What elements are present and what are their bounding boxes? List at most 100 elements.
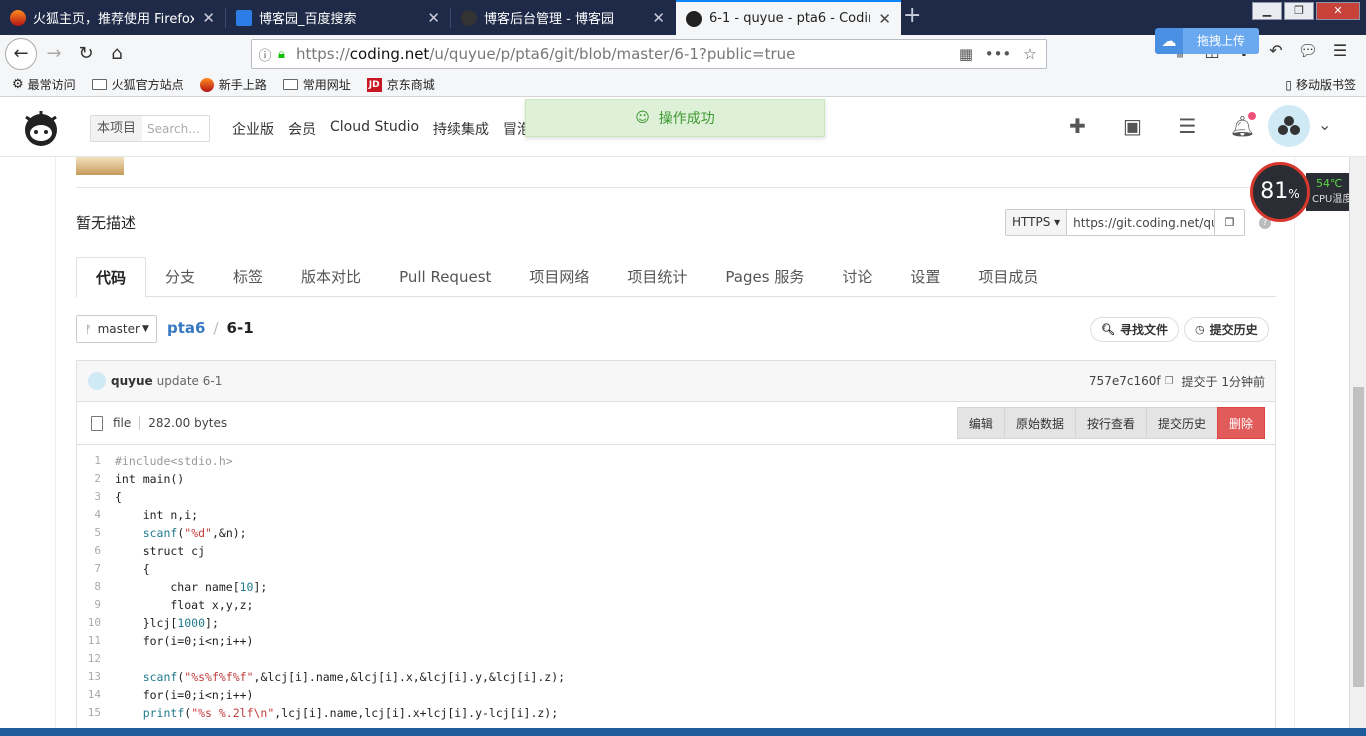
edit-button[interactable]: 编辑 — [956, 407, 1005, 439]
bookmark-getting-started[interactable]: 新手上路 — [199, 76, 267, 93]
delete-button[interactable]: 删除 — [1216, 407, 1265, 439]
scrollbar-thumb[interactable] — [1353, 387, 1364, 687]
drag-upload-widget[interactable]: ☁ 拖拽上传 — [1155, 28, 1259, 54]
copy-icon[interactable]: ❐ — [1214, 210, 1244, 235]
line-number[interactable]: 4 — [77, 506, 109, 524]
commit-message[interactable]: update 6-1 — [157, 374, 223, 388]
line-number[interactable]: 6 — [77, 542, 109, 560]
terminal-icon[interactable]: ▣ — [1105, 114, 1160, 138]
search-box[interactable]: 本项目 Search... — [90, 115, 210, 142]
code-line: 1 #include<stdio.h> — [77, 452, 1275, 470]
browser-tab-baidu[interactable]: 博客园_百度搜索 ✕ — [226, 0, 450, 35]
line-number[interactable]: 7 — [77, 560, 109, 578]
notification-dot — [1248, 112, 1256, 120]
line-number[interactable]: 15 — [77, 704, 109, 722]
menu-member[interactable]: 会员 — [288, 119, 316, 139]
tab-pull-request[interactable]: Pull Request — [380, 257, 510, 297]
code-viewer[interactable]: 1 #include<stdio.h> 2 int main() 3{4 int n,i… — [76, 445, 1276, 736]
line-number[interactable]: 8 — [77, 578, 109, 596]
line-number[interactable]: 1 — [77, 452, 109, 470]
search-scope-label[interactable]: 本项目 — [91, 116, 143, 141]
line-number[interactable]: 9 — [77, 596, 109, 614]
tab-code[interactable]: 代码 — [76, 257, 147, 298]
menu-ci[interactable]: 持续集成 — [433, 119, 489, 139]
close-icon[interactable]: ✕ — [878, 10, 891, 28]
url-bar[interactable]: ⓘ 🔒︎ https://coding.net/u/quyue/p/pta6/g… — [251, 39, 1047, 69]
line-number[interactable]: 13 — [77, 668, 109, 686]
branch-select[interactable]: ᚠ master ▼ — [76, 315, 157, 343]
close-icon[interactable]: ✕ — [427, 9, 440, 27]
undo-icon[interactable]: ↶ — [1260, 41, 1292, 61]
user-avatar[interactable] — [1268, 105, 1310, 147]
search-input[interactable]: Search... — [142, 122, 200, 136]
bell-icon[interactable]: 🔔︎ — [1215, 112, 1270, 138]
coding-logo[interactable] — [18, 107, 64, 147]
tab-branches[interactable]: 分支 — [146, 257, 214, 297]
commit-user[interactable]: quyue — [111, 374, 153, 388]
commit-history-button[interactable]: ◷ 提交历史 — [1184, 317, 1269, 342]
raw-button[interactable]: 原始数据 — [1003, 407, 1076, 439]
clone-protocol-select[interactable]: HTTPS ▾ — [1006, 210, 1068, 235]
browser-tab-coding[interactable]: 6-1 - quyue - pta6 - Coding.net ✕ — [676, 0, 901, 35]
window-close-icon[interactable]: ✕ — [1316, 2, 1360, 20]
menu-enterprise[interactable]: 企业版 — [232, 119, 274, 139]
tab-settings[interactable]: 设置 — [891, 257, 959, 297]
commit-avatar[interactable] — [88, 372, 106, 390]
tab-discussion[interactable]: 讨论 — [823, 257, 891, 297]
server-icon[interactable]: ☰ — [1160, 114, 1215, 138]
qr-code-icon[interactable]: ▦ — [950, 45, 982, 63]
line-number[interactable]: 12 — [77, 650, 109, 668]
tab-pages[interactable]: Pages 服务 — [706, 257, 823, 297]
line-number[interactable]: 14 — [77, 686, 109, 704]
line-number[interactable]: 2 — [77, 470, 109, 488]
upload-label: 拖拽上传 — [1183, 28, 1259, 54]
star-icon[interactable]: ☆ — [1014, 45, 1046, 63]
tab-members[interactable]: 项目成员 — [959, 257, 1057, 297]
baidu-icon — [236, 9, 252, 26]
bookmark-common-sites[interactable]: 常用网址 — [282, 76, 351, 93]
tab-network[interactable]: 项目网络 — [510, 257, 608, 297]
hamburger-menu-icon[interactable]: ☰ — [1324, 41, 1356, 61]
more-dots-icon[interactable]: ••• — [982, 45, 1014, 63]
bookmark-firefox-site[interactable]: 火狐官方站点 — [91, 76, 184, 93]
line-number[interactable]: 5 — [77, 524, 109, 542]
copy-icon[interactable]: ❐ — [1165, 376, 1174, 387]
maximize-icon[interactable]: ❐ — [1284, 2, 1314, 20]
tab-compare[interactable]: 版本对比 — [282, 257, 380, 297]
url-text[interactable]: https://coding.net/u/quyue/p/pta6/git/bl… — [296, 45, 950, 63]
clone-url-input[interactable]: https://git.coding.net/quyue/pta6.git — [1067, 216, 1214, 230]
tab-tags[interactable]: 标签 — [214, 257, 282, 297]
browser-tab-cnblogs[interactable]: 博客后台管理 - 博客园 ✕ — [451, 0, 675, 35]
info-icon[interactable]: ⓘ — [252, 45, 278, 64]
history-button[interactable]: 提交历史 — [1145, 407, 1218, 439]
menu-cloud-studio[interactable]: Cloud Studio — [330, 119, 419, 139]
tab-stats[interactable]: 项目统计 — [608, 257, 706, 297]
home-icon[interactable]: ⌂ — [103, 40, 131, 68]
chat-icon[interactable]: 💬︎ — [1292, 41, 1324, 61]
line-number[interactable]: 3 — [77, 488, 109, 506]
back-arrow-icon[interactable]: ← — [5, 38, 37, 70]
bookmark-jd[interactable]: JD 京东商城 — [366, 76, 435, 93]
folder-icon — [91, 79, 107, 90]
page-scrollbar[interactable] — [1349, 157, 1366, 736]
line-number[interactable]: 10 — [77, 614, 109, 632]
new-tab-icon[interactable]: + — [903, 3, 921, 28]
code-line: 4 int n,i; — [77, 506, 1275, 524]
minimize-icon[interactable]: ▁ — [1252, 2, 1282, 20]
caret-down-icon: ▼ — [141, 324, 149, 334]
chevron-down-icon[interactable]: ⌄ — [1318, 115, 1331, 134]
close-icon[interactable]: ✕ — [652, 9, 665, 27]
reload-icon[interactable]: ↻ — [72, 40, 100, 68]
commit-hash[interactable]: 757e7c160f — [1089, 374, 1161, 388]
line-number[interactable]: 11 — [77, 632, 109, 650]
close-icon[interactable]: ✕ — [202, 9, 215, 27]
code-text: scanf("%d",&n); — [142, 526, 247, 540]
bookmark-most-visited[interactable]: ⚙ 最常访问 — [12, 76, 76, 93]
plus-icon[interactable]: ✚ — [1050, 114, 1105, 138]
breadcrumb-repo[interactable]: pta6 — [167, 319, 205, 337]
browser-tab-firefox[interactable]: 火狐主页，推荐使用 Firefox 火狐 ✕ — [0, 0, 225, 35]
find-file-button[interactable]: 🔍︎ 寻找文件 — [1090, 317, 1179, 342]
mobile-bookmarks[interactable]: ▯ 移动版书签 — [1285, 76, 1356, 93]
forward-arrow-icon[interactable]: → — [40, 40, 68, 68]
blame-button[interactable]: 按行查看 — [1074, 407, 1147, 439]
